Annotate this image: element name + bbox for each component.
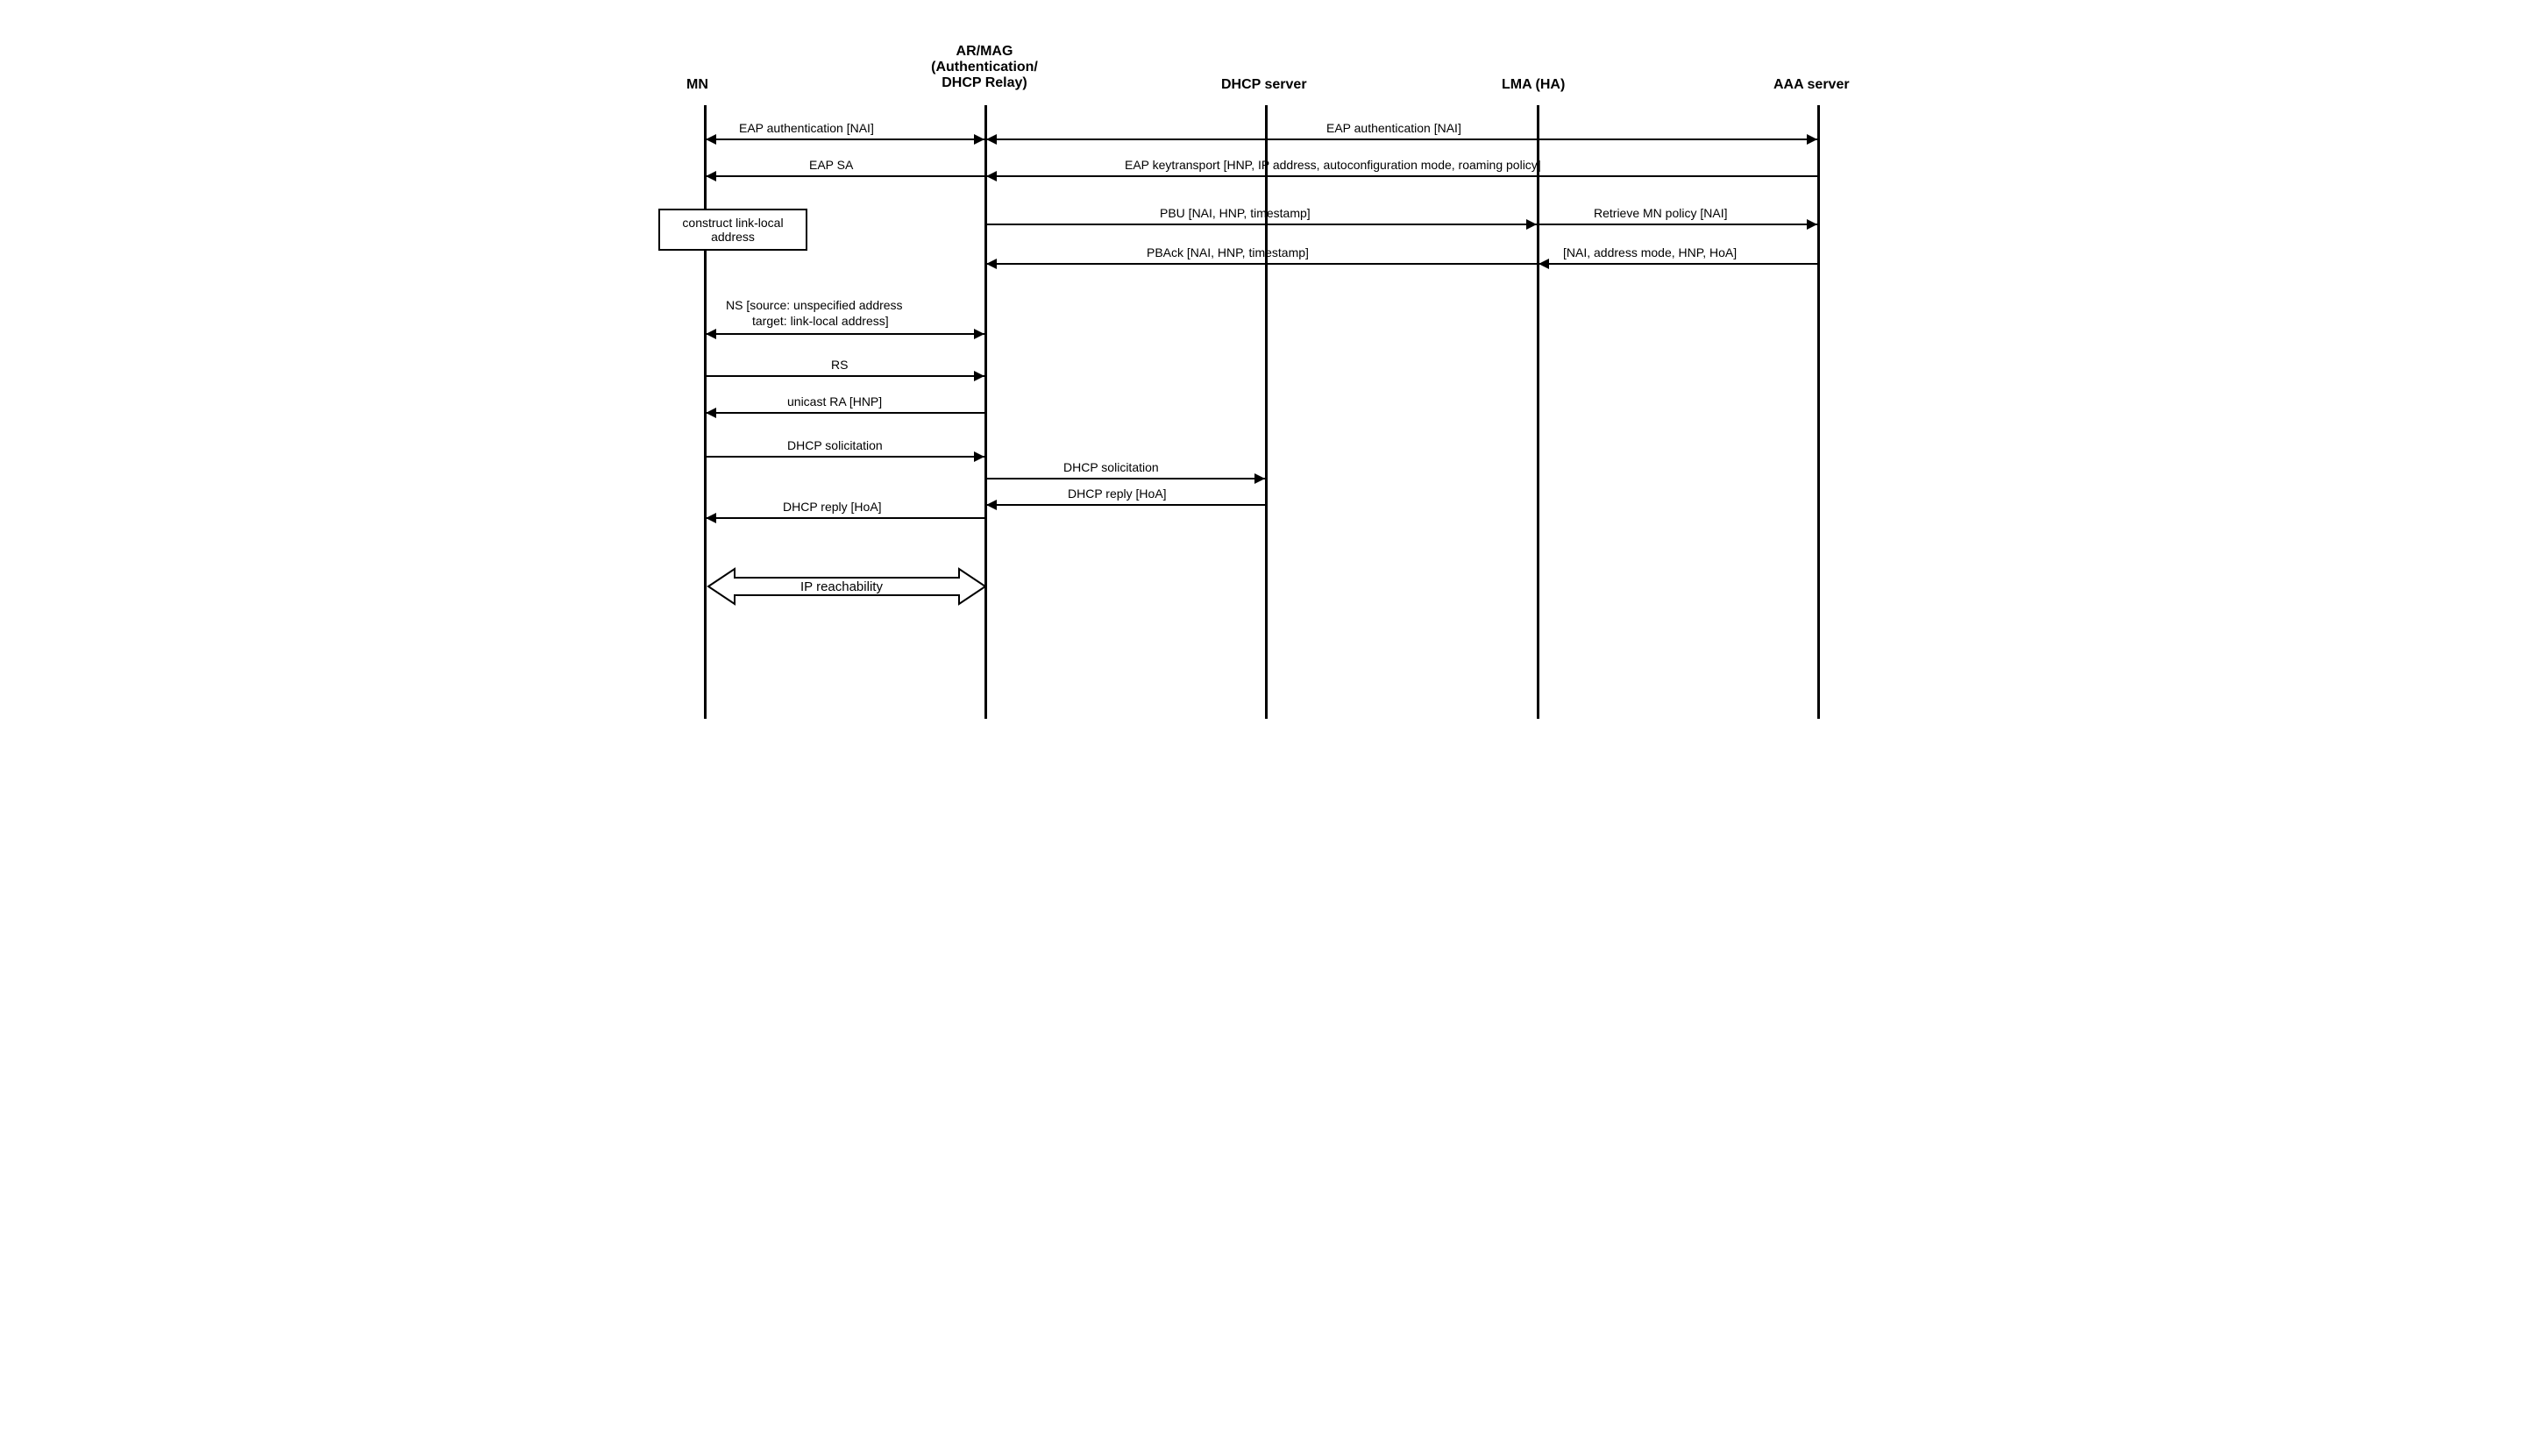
msg-dhcp-sol-mn: DHCP solicitation — [787, 438, 883, 452]
msg-eap-sa: EAP SA — [809, 158, 853, 172]
participant-armag: AR/MAG (Authentication/ DHCP Relay) — [923, 44, 1046, 91]
arrow-ra — [707, 412, 984, 414]
arrowhead-eap-keytransport — [986, 171, 997, 181]
participant-lma: LMA (HA) — [1502, 77, 1565, 93]
armag-line2: (Authentication/ — [923, 60, 1046, 75]
msg-eap-keytransport: EAP keytransport [HNP, IP address, autoc… — [1125, 158, 1541, 172]
arrow-dhcp-reply-mn — [707, 517, 984, 519]
msg-ns-line1: NS [source: unspecified address — [726, 298, 903, 312]
arrow-dhcp-sol-mn — [707, 456, 984, 458]
armag-line3: DHCP Relay) — [923, 75, 1046, 91]
arrowhead-dhcp-reply-ar — [986, 500, 997, 510]
lifeline-lma — [1537, 105, 1539, 719]
msg-dhcp-sol-ar: DHCP solicitation — [1063, 460, 1159, 474]
note-link-local-line2: address — [669, 230, 797, 244]
msg-ip-reachability: IP reachability — [800, 579, 883, 594]
arrow-pbu — [987, 224, 1537, 225]
msg-eap-auth-aaa: EAP authentication [NAI] — [1326, 121, 1461, 135]
msg-nai-address: [NAI, address mode, HNP, HoA] — [1563, 245, 1737, 259]
lifeline-armag — [984, 105, 987, 719]
arrow-nai-address — [1539, 263, 1817, 265]
arrowhead-pback — [986, 259, 997, 269]
participant-mn: MN — [686, 77, 708, 93]
participant-dhcp: DHCP server — [1221, 77, 1307, 93]
arrow-rs — [707, 375, 984, 377]
note-link-local-line1: construct link-local — [669, 216, 797, 230]
arrowhead-eap-auth-aaa-l — [986, 134, 997, 145]
arrow-dhcp-reply-ar — [987, 504, 1265, 506]
participant-aaa: AAA server — [1773, 77, 1850, 93]
arrow-eap-auth-mn — [707, 138, 984, 140]
armag-line1: AR/MAG — [923, 44, 1046, 60]
msg-rs: RS — [831, 358, 848, 372]
arrowhead-dhcp-reply-mn — [706, 513, 716, 523]
msg-ra: unicast RA [HNP] — [787, 394, 882, 408]
msg-dhcp-reply-mn: DHCP reply [HoA] — [783, 500, 882, 514]
msg-retrieve-policy: Retrieve MN policy [NAI] — [1594, 206, 1727, 220]
msg-ns-line2: target: link-local address] — [752, 314, 889, 328]
arrow-eap-auth-aaa — [987, 138, 1817, 140]
msg-pbu: PBU [NAI, HNP, timestamp] — [1160, 206, 1311, 220]
arrowhead-ns-r — [974, 329, 984, 339]
arrowhead-eap-auth-mn-r — [974, 134, 984, 145]
arrow-ns — [707, 333, 984, 335]
arrowhead-dhcp-sol-ar — [1254, 473, 1265, 484]
arrowhead-rs — [974, 371, 984, 381]
arrow-pback — [987, 263, 1537, 265]
arrowhead-ra — [706, 408, 716, 418]
arrow-dhcp-sol-ar — [987, 478, 1265, 479]
arrowhead-eap-auth-aaa-r — [1807, 134, 1817, 145]
arrowhead-ns-l — [706, 329, 716, 339]
arrowhead-dhcp-sol-mn — [974, 451, 984, 462]
note-link-local: construct link-local address — [658, 209, 807, 251]
arrow-eap-keytransport — [987, 175, 1817, 177]
arrow-retrieve-policy — [1539, 224, 1817, 225]
arrowhead-retrieve-policy — [1807, 219, 1817, 230]
sequence-diagram: MN AR/MAG (Authentication/ DHCP Relay) D… — [651, 35, 1879, 736]
arrowhead-nai-address — [1539, 259, 1549, 269]
msg-eap-auth-mn: EAP authentication [NAI] — [739, 121, 874, 135]
arrowhead-eap-sa — [706, 171, 716, 181]
arrow-eap-sa — [707, 175, 984, 177]
lifeline-aaa — [1817, 105, 1820, 719]
arrowhead-pbu — [1526, 219, 1537, 230]
arrowhead-eap-auth-mn-l — [706, 134, 716, 145]
lifeline-dhcp — [1265, 105, 1268, 719]
msg-pback: PBAck [NAI, HNP, timestamp] — [1147, 245, 1309, 259]
msg-dhcp-reply-ar: DHCP reply [HoA] — [1068, 487, 1167, 501]
